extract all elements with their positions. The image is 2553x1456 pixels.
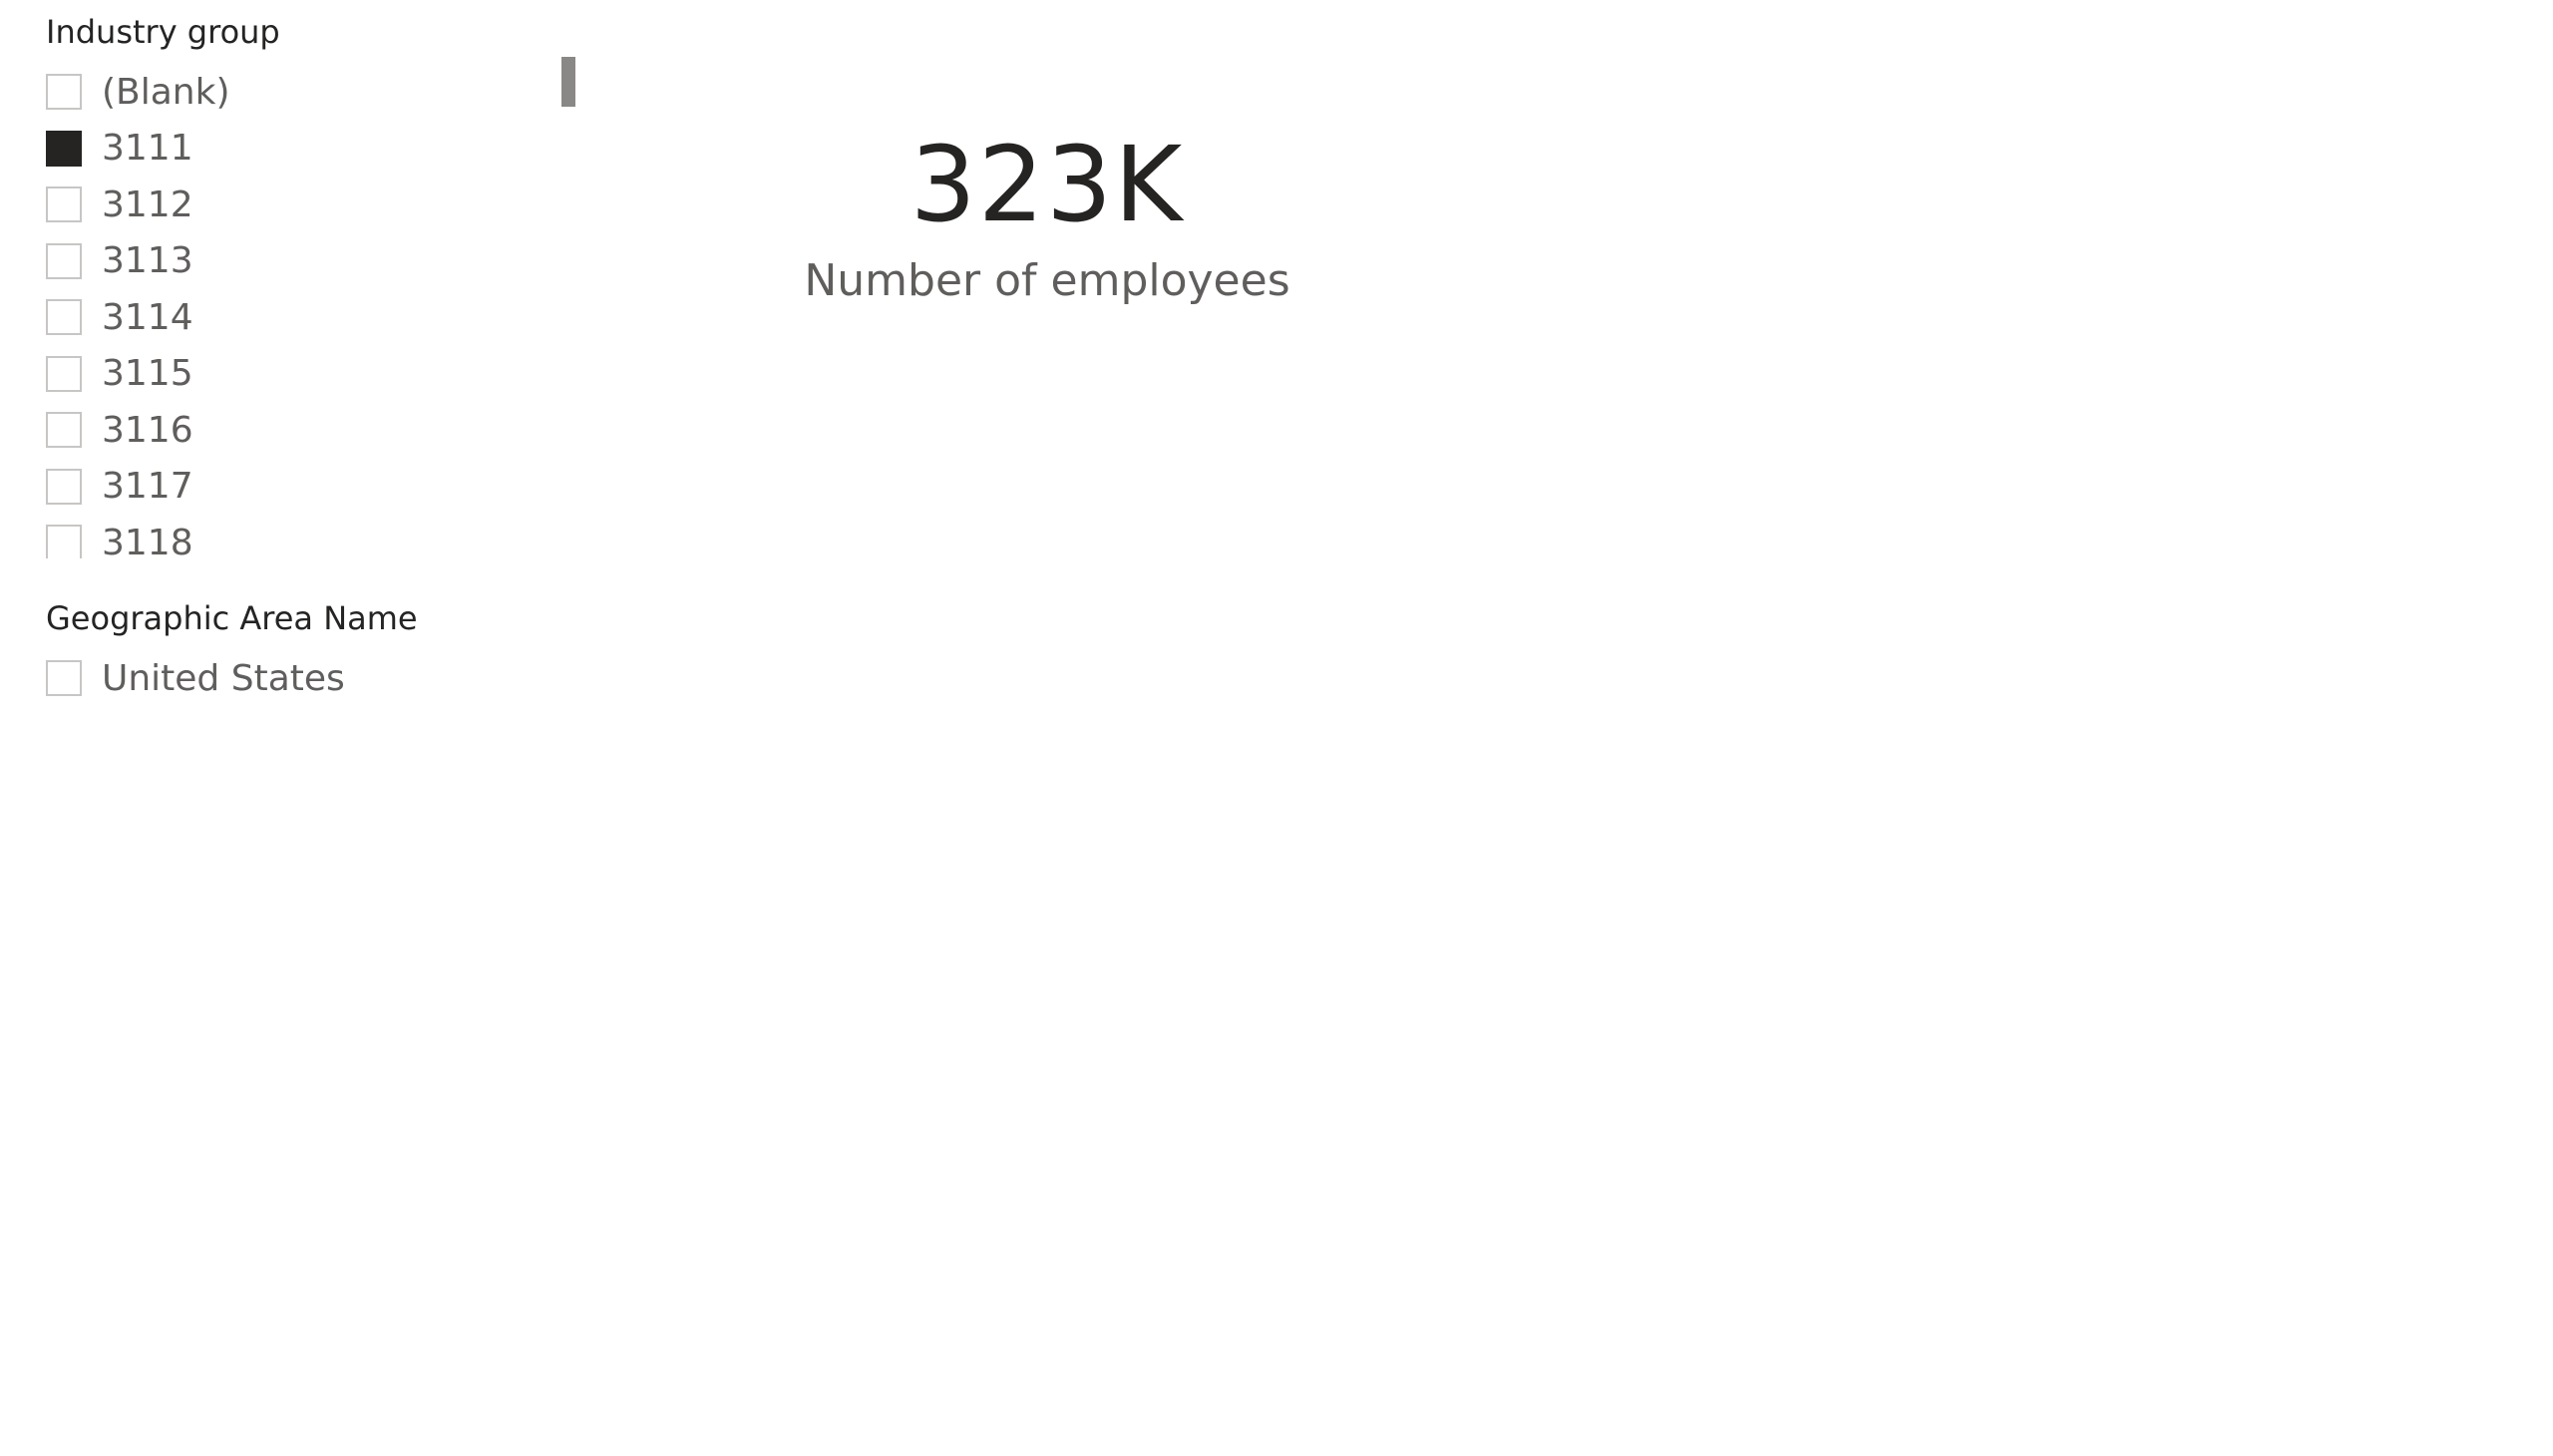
checkbox[interactable]	[46, 74, 82, 111]
slicer-item[interactable]: United States	[46, 650, 584, 707]
slicer-item[interactable]: 3116	[46, 402, 584, 459]
geographic-area-slicer: Geographic Area Name United States	[46, 596, 584, 716]
slicer-item-label: 3112	[102, 183, 193, 225]
slicer-item[interactable]: 3118	[46, 515, 584, 558]
slicer-item[interactable]: 3112	[46, 177, 584, 233]
checkbox-checked[interactable]	[46, 130, 82, 167]
slicer-item-label: 3115	[102, 353, 193, 395]
slicer-list: (Blank) 3111 3112 3113 3114 3115 3116 31…	[46, 64, 584, 558]
employees-card: 323K Number of employees	[698, 120, 1396, 339]
checkbox[interactable]	[46, 299, 82, 336]
slicer-title: Industry group	[46, 13, 280, 51]
slicer-item-label: 3117	[102, 466, 193, 508]
slicer-list: United States	[46, 650, 584, 710]
slicer-item[interactable]: 3111	[46, 121, 584, 178]
slicer-item-label: 3114	[102, 296, 193, 338]
industry-group-slicer: Industry group (Blank) 3111 3112 3113 31…	[46, 10, 584, 558]
slicer-item-label: United States	[102, 657, 345, 699]
card-label: Number of employees	[804, 255, 1290, 306]
slicer-item[interactable]: 3114	[46, 289, 584, 346]
slicer-item[interactable]: 3117	[46, 459, 584, 516]
checkbox[interactable]	[46, 412, 82, 449]
slicer-scrollbar[interactable]	[561, 57, 575, 107]
slicer-item[interactable]: 3115	[46, 346, 584, 403]
slicer-item[interactable]: (Blank)	[46, 64, 584, 121]
slicer-item-label: 3111	[102, 128, 193, 170]
slicer-title: Geographic Area Name	[46, 599, 418, 637]
slicer-item[interactable]: 3113	[46, 233, 584, 290]
checkbox[interactable]	[46, 242, 82, 279]
slicer-item-label: (Blank)	[102, 71, 230, 113]
slicer-item-label: 3116	[102, 409, 193, 451]
slicer-item-label: 3113	[102, 240, 193, 282]
checkbox[interactable]	[46, 525, 82, 558]
checkbox[interactable]	[46, 468, 82, 505]
checkbox[interactable]	[46, 660, 82, 697]
checkbox[interactable]	[46, 355, 82, 392]
checkbox[interactable]	[46, 186, 82, 223]
slicer-item-label: 3118	[102, 522, 193, 558]
card-value: 323K	[910, 124, 1185, 245]
